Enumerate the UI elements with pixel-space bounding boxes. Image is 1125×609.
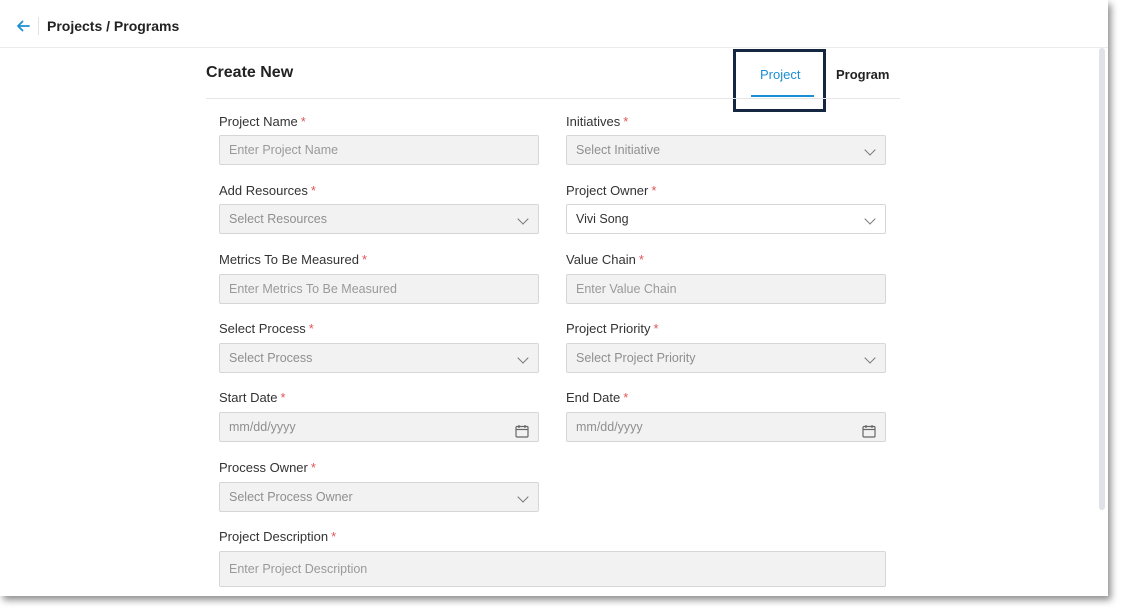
process-owner-select[interactable]: Select Process Owner [219, 482, 539, 512]
chevron-down-icon [517, 352, 529, 364]
top-bar: Projects / Programs [0, 0, 1108, 48]
calendar-icon[interactable] [862, 420, 876, 438]
project-name-label: Project Name * [219, 114, 306, 129]
chevron-down-icon [517, 491, 529, 503]
value-chain-input[interactable] [566, 274, 886, 304]
chevron-down-icon [864, 213, 876, 225]
end-date-label: End Date * [566, 390, 629, 405]
end-date-input[interactable]: mm/dd/yyyy [566, 412, 886, 442]
active-tab-indicator [751, 95, 814, 97]
app-window: Projects / Programs Create New Project P… [0, 0, 1108, 596]
process-owner-label: Process Owner * [219, 460, 316, 475]
calendar-icon[interactable] [515, 420, 529, 438]
chevron-down-icon [517, 213, 529, 225]
initiatives-select[interactable]: Select Initiative [566, 135, 886, 165]
metrics-label: Metrics To Be Measured * [219, 252, 367, 267]
select-process-select[interactable]: Select Process [219, 343, 539, 373]
chevron-down-icon [864, 352, 876, 364]
divider [38, 17, 39, 35]
project-name-input[interactable] [219, 135, 539, 165]
tab-project[interactable]: Project [760, 67, 800, 82]
project-owner-select[interactable]: Vivi Song [566, 204, 886, 234]
breadcrumb: Projects / Programs [47, 18, 180, 34]
value-chain-label: Value Chain * [566, 252, 644, 267]
project-owner-label: Project Owner * [566, 183, 657, 198]
add-resources-label: Add Resources * [219, 183, 316, 198]
project-priority-select[interactable]: Select Project Priority [566, 343, 886, 373]
arrow-left-icon[interactable] [14, 17, 32, 35]
tab-program[interactable]: Program [836, 67, 889, 82]
project-description-input[interactable] [219, 551, 886, 587]
initiatives-label: Initiatives * [566, 114, 629, 129]
chevron-down-icon [864, 144, 876, 156]
vertical-scrollbar[interactable] [1099, 48, 1105, 510]
start-date-label: Start Date * [219, 390, 286, 405]
add-resources-select[interactable]: Select Resources [219, 204, 539, 234]
metrics-input[interactable] [219, 274, 539, 304]
divider [206, 98, 900, 99]
project-description-label: Project Description * [219, 529, 337, 544]
project-priority-label: Project Priority * [566, 321, 659, 336]
select-process-label: Select Process * [219, 321, 314, 336]
start-date-input[interactable]: mm/dd/yyyy [219, 412, 539, 442]
form-title: Create New [206, 64, 294, 81]
